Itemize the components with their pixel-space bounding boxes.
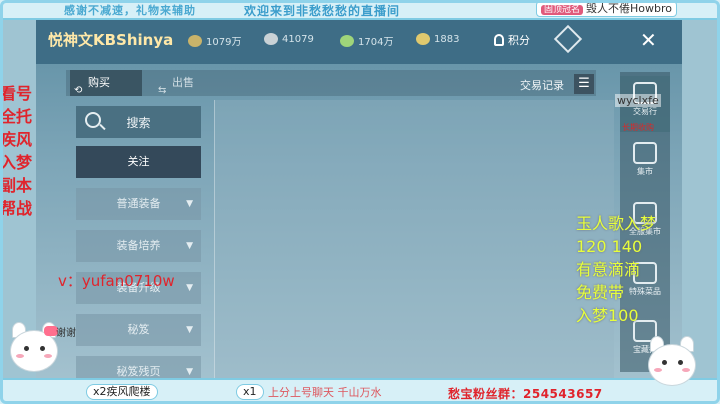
stream-welcome-text: 欢迎来到非愁愁愁的直播间 [244, 4, 401, 18]
mascot-right [642, 334, 702, 392]
currency-silver: 41079 [264, 33, 314, 45]
mascot-eye [40, 346, 45, 351]
tab-sell[interactable]: ⇆ 出售 [154, 70, 224, 96]
player-name: 悦神文KBShinya [48, 31, 174, 49]
stream-bottom-banner: x2疾风爬楼 x1 上分上号聊天 千山万水 愁宝粉丝群：254543657 [0, 378, 720, 404]
sidebar-item-label: 秘笈 [127, 323, 150, 336]
rail-item-label: 集市 [637, 167, 653, 176]
leaf-icon [340, 34, 354, 47]
silver-icon [264, 33, 278, 45]
currency-ingot: 1883 [416, 33, 459, 45]
sidebar-item-gear-train[interactable]: 装备培养 ▼ [76, 230, 201, 262]
sell-icon: ⇆ [158, 85, 167, 96]
left-promo-text: 看号 全托 疾风 入梦 副本 帮战 [0, 82, 46, 220]
chevron-down-icon: ▼ [186, 283, 193, 293]
currency-value: 41079 [282, 33, 314, 45]
category-sidebar: 搜索 关注 普通装备 ▼ 装备培养 ▼ 装备升级 ▼ 秘笈 ▼ 秘笈残页 ▼ [76, 106, 201, 384]
promo-line: 有意滴滴 [576, 260, 641, 279]
close-icon[interactable]: ✕ [640, 28, 657, 52]
sidebar-item-label: 普通装备 [116, 197, 161, 210]
sidebar-item-normal-gear[interactable]: 普通装备 ▼ [76, 188, 201, 220]
promo-line: 免费带 [576, 283, 625, 302]
gift-badge: x2疾风爬楼 [86, 384, 158, 400]
chevron-down-icon: ▼ [186, 199, 193, 209]
chevron-down-icon: ▼ [186, 241, 193, 251]
overlay-name: wyclxfe [615, 94, 661, 107]
trade-tabbar: ⟲ 购买 ⇆ 出售 [66, 70, 596, 96]
ingot-icon [416, 33, 430, 45]
mascot-head [10, 330, 58, 372]
promo-line: 入梦 [0, 153, 33, 172]
promo-line: 副本 [0, 176, 33, 195]
tab-sell-label: 出售 [172, 76, 194, 89]
sidebar-item-manual[interactable]: 秘笈 ▼ [76, 314, 201, 346]
rail-item-market[interactable]: 集市 [620, 136, 670, 192]
search-label: 搜索 [126, 115, 151, 130]
mascot-blush [44, 354, 52, 358]
right-promo-text: 玉人歌入梦 120 140 有意滴滴 免费带 入梦100 [576, 212, 656, 327]
sidebar-item-follow[interactable]: 关注 [76, 146, 201, 178]
mascot-blush [682, 368, 690, 372]
trade-window: 悦神文KBShinya 1079万 41079 1704万 1883 积分 ✕ … [36, 20, 682, 384]
shield-icon [494, 34, 504, 46]
search-button[interactable]: 搜索 [76, 106, 201, 138]
list-icon[interactable]: ☰ [574, 74, 594, 94]
mascot-eye [24, 346, 29, 351]
buy-icon: ⟲ [74, 85, 83, 96]
sponsor-badge: 固顶冠名 毁人不倦Howbro [536, 1, 678, 17]
stream-top-banner: 感谢不减速，礼物来辅助 欢迎来到非愁愁愁的直播间 固顶冠名 毁人不倦Howbro [0, 0, 720, 20]
promo-line: 看号 [0, 84, 33, 103]
sponsor-tag: 固顶冠名 [541, 5, 584, 15]
sidebar-item-label: 秘笈残页 [116, 365, 161, 378]
sidebar-item-label: 关注 [127, 155, 150, 168]
mascot-left [4, 320, 64, 378]
promo-line: 疾风 [0, 130, 33, 149]
stall-icon [633, 142, 657, 164]
tab-buy-label: 购买 [88, 76, 110, 89]
coin-icon [188, 34, 202, 47]
tab-buy[interactable]: ⟲ 购买 [70, 70, 142, 96]
promo-line: 120 140 [576, 237, 643, 256]
mascot-blush [654, 368, 662, 372]
trade-records-link[interactable]: 交易记录 [520, 77, 564, 93]
promo-line: 全托 [0, 107, 33, 126]
sidebar-item-label: 装备培养 [116, 239, 161, 252]
wechat-contact: v：yufan0710w [58, 272, 175, 290]
currency-coin: 1079万 [188, 33, 241, 48]
points-button[interactable]: 积分 [494, 32, 530, 48]
item-list-panel [214, 100, 614, 384]
promo-line: 入梦100 [576, 306, 639, 325]
mascot-eye [662, 360, 667, 365]
settings-icon[interactable] [553, 24, 583, 54]
currency-value: 1704万 [358, 37, 394, 48]
promo-line: 玉人歌入梦 [576, 214, 657, 233]
mascot-eye [678, 360, 683, 365]
currency-leaf: 1704万 [340, 33, 393, 48]
promo-line: 帮战 [0, 199, 33, 218]
rail-item-label: 交易行 [633, 107, 657, 116]
sponsor-name: 毁人不倦Howbro [586, 2, 673, 15]
mascot-head [648, 344, 696, 386]
gift-badge: x1 [236, 384, 264, 400]
mascot-blush [16, 354, 24, 358]
currency-value: 1079万 [206, 37, 242, 48]
overlay-note: 长期收购 [622, 123, 654, 132]
stream-thanks-text: 感谢不减速，礼物来辅助 [64, 4, 196, 17]
points-label: 积分 [508, 34, 530, 47]
search-icon [85, 112, 101, 128]
trade-header: 悦神文KBShinya 1079万 41079 1704万 1883 积分 ✕ [36, 20, 682, 64]
currency-value: 1883 [434, 33, 460, 45]
chevron-down-icon: ▼ [186, 325, 193, 335]
mascot-thanks: 谢谢 [56, 328, 76, 339]
fan-group-text: 愁宝粉丝群：254543657 [448, 387, 603, 401]
scrolling-text: 上分上号聊天 千山万水 [268, 386, 382, 399]
